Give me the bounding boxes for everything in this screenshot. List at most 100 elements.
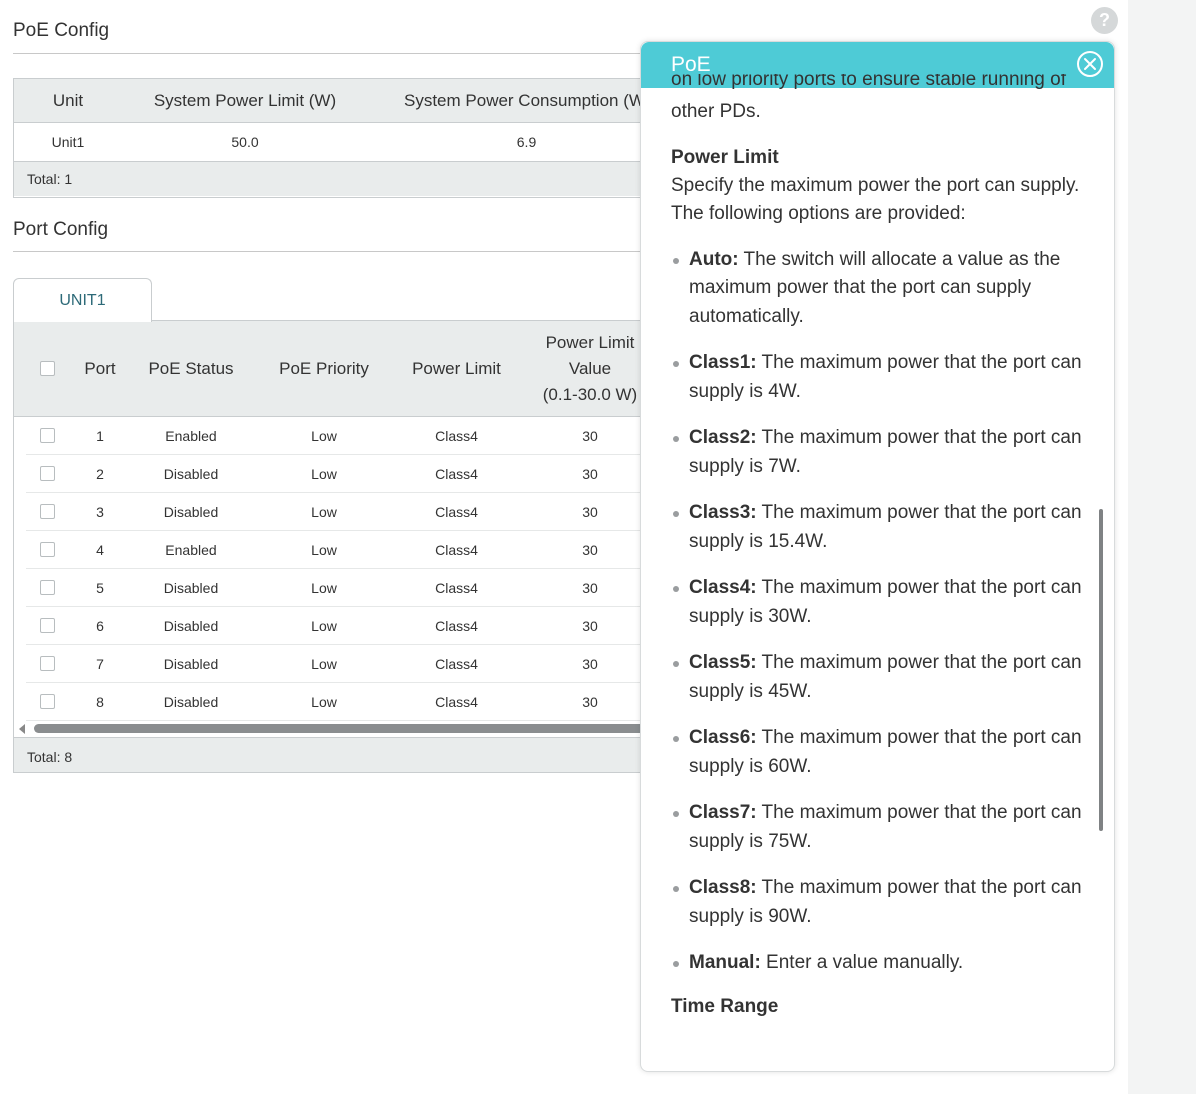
cell-port: 3 [96, 503, 104, 520]
help-option-item: Manual: Enter a value manually. [671, 949, 1089, 978]
row-checkbox-cell [39, 531, 56, 568]
help-partial-line: on low priority ports to ensure stable r… [671, 74, 1089, 100]
cell-poe-status: Disabled [163, 655, 219, 672]
port-config-title: Port Config [13, 219, 109, 240]
header-poe-status: PoE Status [148, 358, 234, 378]
cell-port: 6 [96, 617, 104, 634]
cell-poe-priority: Low [311, 503, 337, 520]
help-power-limit-desc: Specify the maximum power the port can s… [671, 174, 1080, 225]
cell-power-limit: Class4 [435, 579, 478, 596]
table-row[interactable]: 5 Disabled Low Class4 30 [26, 569, 642, 607]
row-checkbox[interactable] [40, 618, 55, 633]
help-option-term: Class8: [689, 877, 757, 898]
header-power-limit-value: Power Limit Value (0.1-30.0 W) [534, 321, 642, 416]
question-icon[interactable]: ? [1091, 7, 1118, 34]
table-row[interactable]: 2 Disabled Low Class4 30 [26, 455, 642, 493]
help-option-term: Class1: [689, 352, 757, 373]
help-option-term: Auto: [689, 248, 739, 270]
header-plv-line3: (0.1-30.0 W) [542, 384, 638, 404]
cell-port: 4 [96, 541, 104, 558]
table-row[interactable]: 1 Enabled Low Class4 30 [26, 417, 642, 455]
header-unit: Unit [52, 90, 84, 110]
help-option-term: Class5: [689, 652, 757, 673]
cell-power-limit: Class4 [435, 541, 478, 558]
table-row[interactable]: 7 Disabled Low Class4 30 [26, 645, 642, 683]
cell-poe-priority: Low [311, 427, 337, 444]
poe-config-total: Total: 1 [14, 161, 642, 196]
cell-power-limit-value: 30 [582, 427, 598, 444]
cell-power-limit: Class4 [435, 503, 478, 520]
cell-port: 1 [96, 427, 104, 444]
row-checkbox-cell [39, 645, 56, 682]
cell-poe-status: Disabled [163, 579, 219, 596]
table-row: Unit1 50.0 6.9 [14, 123, 642, 161]
cell-poe-status: Disabled [163, 693, 219, 710]
row-checkbox[interactable] [40, 542, 55, 557]
help-option-list: Auto: The switch will allocate a value a… [671, 246, 1089, 978]
header-poe-priority: PoE Priority [279, 358, 369, 378]
scroll-left-arrow-icon[interactable] [19, 724, 25, 734]
select-all-checkbox[interactable] [40, 361, 55, 376]
help-panel: PoE on low priority ports to ensure stab… [640, 41, 1115, 1072]
cell-power-limit-value: 30 [582, 465, 598, 482]
port-config-total: Total: 8 [14, 737, 642, 772]
poe-config-divider [13, 53, 653, 54]
help-heading-power-limit: Power Limit [671, 146, 779, 168]
help-option-term: Class3: [689, 502, 757, 523]
help-option-item: Class6: The maximum power that the port … [671, 724, 1089, 781]
help-option-term: Class4: [689, 577, 757, 598]
row-checkbox[interactable] [40, 466, 55, 481]
cell-poe-priority: Low [311, 541, 337, 558]
table-row[interactable]: 8 Disabled Low Class4 30 [26, 683, 642, 721]
cell-power-limit: Class4 [435, 465, 478, 482]
row-checkbox-cell [39, 683, 56, 720]
horizontal-scrollbar[interactable] [14, 721, 642, 737]
cell-poe-priority: Low [311, 579, 337, 596]
help-option-item: Class1: The maximum power that the port … [671, 349, 1089, 406]
row-checkbox[interactable] [40, 504, 55, 519]
cell-poe-status: Enabled [165, 541, 217, 558]
cell-power-limit-value: 30 [582, 541, 598, 558]
header-plv-line2: Value [568, 358, 612, 378]
header-plv-line1: Power Limit [545, 332, 635, 352]
cell-unit: Unit1 [51, 134, 85, 150]
help-heading-time-range: Time Range [671, 995, 779, 1017]
header-power-limit: Power Limit [412, 358, 501, 378]
header-system-power-consumption: System Power Consumption (W [404, 90, 642, 110]
cell-port: 2 [96, 465, 104, 482]
help-panel-scrollbar[interactable] [1099, 509, 1103, 831]
help-option-item: Class5: The maximum power that the port … [671, 649, 1089, 706]
port-config-divider [13, 251, 653, 252]
poe-config-header: Unit System Power Limit (W) System Power… [14, 79, 642, 123]
tab-unit1[interactable]: UNIT1 [13, 278, 152, 322]
row-checkbox[interactable] [40, 694, 55, 709]
row-checkbox[interactable] [40, 656, 55, 671]
cell-power-limit-value: 30 [582, 693, 598, 710]
row-checkbox-cell [39, 569, 56, 606]
help-partial-text: on low priority ports to ensure stable r… [671, 74, 1066, 90]
cell-port: 7 [96, 655, 104, 672]
cell-port: 5 [96, 579, 104, 596]
cell-poe-status: Disabled [163, 465, 219, 482]
cell-port: 8 [96, 693, 104, 710]
help-option-term: Class2: [689, 427, 757, 448]
row-checkbox[interactable] [40, 428, 55, 443]
help-option-item: Class4: The maximum power that the port … [671, 574, 1089, 631]
cell-power-limit-value: 30 [582, 655, 598, 672]
table-row[interactable]: 4 Enabled Low Class4 30 [26, 531, 642, 569]
port-rows: 1 Enabled Low Class4 30 2 Disabled Low Class4 30 3… [14, 417, 642, 721]
row-checkbox-cell [39, 493, 56, 530]
scroll-thumb[interactable] [34, 724, 642, 733]
row-checkbox[interactable] [40, 580, 55, 595]
table-row[interactable]: 3 Disabled Low Class4 30 [26, 493, 642, 531]
table-row[interactable]: 6 Disabled Low Class4 30 [26, 607, 642, 645]
cell-poe-priority: Low [311, 693, 337, 710]
help-option-item: Class2: The maximum power that the port … [671, 424, 1089, 481]
cell-poe-status: Disabled [163, 503, 219, 520]
cell-power-limit: Class4 [435, 617, 478, 634]
row-checkbox-cell [39, 607, 56, 644]
help-option-item: Auto: The switch will allocate a value a… [671, 246, 1089, 332]
help-option-text: The switch will allocate a value as the … [689, 248, 1061, 327]
help-option-term: Manual: [689, 952, 761, 973]
cell-poe-status: Disabled [163, 617, 219, 634]
